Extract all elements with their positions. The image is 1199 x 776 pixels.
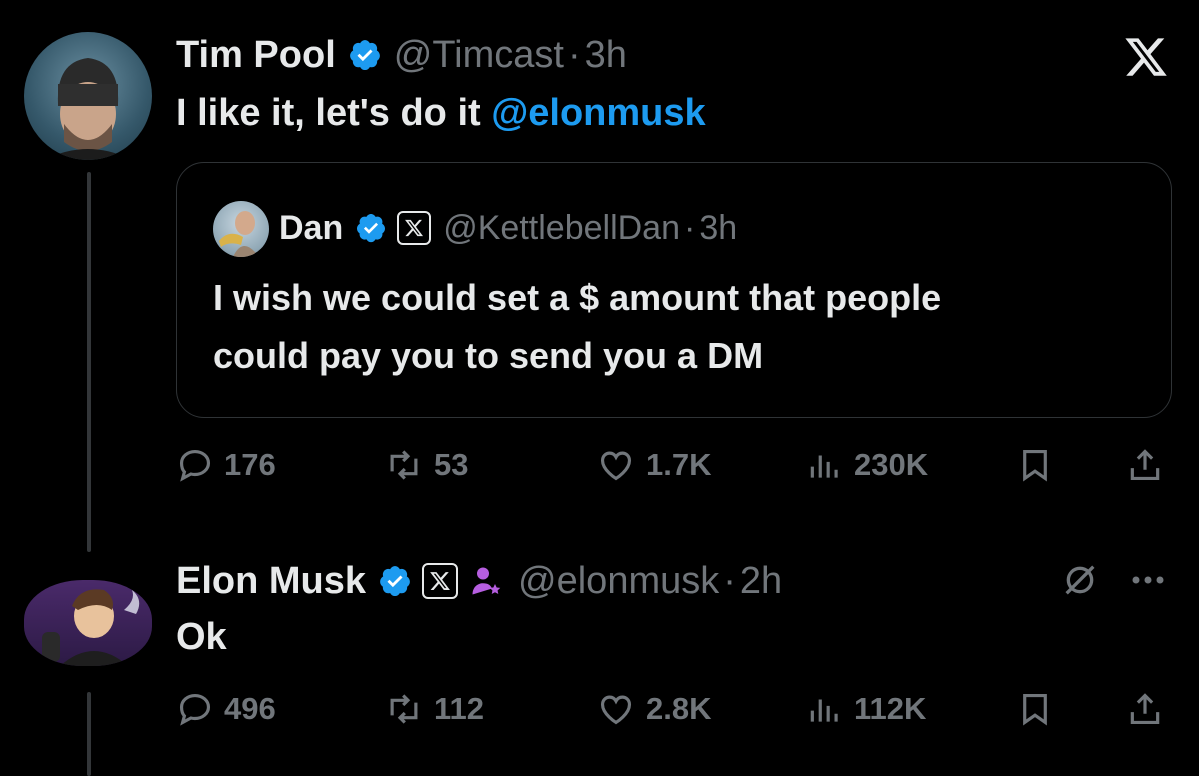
bookmark-button[interactable] (1016, 446, 1054, 484)
more-icon[interactable] (1128, 566, 1168, 594)
quoted-text-line2: could pay you to send you a DM (213, 335, 764, 376)
affiliate-icon (468, 563, 504, 599)
post-time[interactable]: 3h (585, 34, 627, 77)
separator-dot: · (723, 559, 736, 602)
views-count: 230K (854, 447, 929, 482)
views-icon (810, 699, 838, 722)
views-button[interactable]: 112K (806, 690, 926, 728)
share-button[interactable] (1126, 446, 1164, 484)
post-text: Ok (176, 616, 227, 658)
views-count: 112K (854, 691, 927, 726)
author-handle[interactable]: @Timcast (394, 34, 564, 77)
avatar (213, 201, 269, 257)
verified-badge-icon (348, 38, 382, 72)
reply-icon (179, 449, 211, 482)
bookmark-icon (1023, 449, 1047, 482)
like-button[interactable]: 2.8K (596, 690, 711, 728)
share-icon (1130, 449, 1160, 481)
author-name[interactable]: Tim Pool (176, 34, 336, 77)
separator-dot: · (684, 208, 696, 247)
reply-count: 176 (224, 447, 276, 482)
like-count: 1.7K (646, 447, 712, 482)
verified-badge-icon (355, 212, 387, 244)
post-text-body: I like it, let's do it (176, 91, 492, 134)
views-icon (810, 455, 838, 478)
avatar[interactable] (24, 580, 152, 666)
post-actions: 496 112 2.8K 112K (0, 690, 1199, 730)
quoted-text-line1: I wish we could set a $ amount that peop… (213, 277, 942, 318)
repost-button[interactable]: 112 (384, 690, 484, 728)
like-button[interactable]: 1.7K (596, 446, 711, 484)
author-name[interactable]: Elon Musk (176, 560, 366, 603)
post-actions: 176 53 1.7K 230K (0, 446, 1199, 486)
avatar[interactable] (24, 32, 152, 160)
reply-icon (179, 693, 211, 726)
repost-icon (390, 450, 418, 480)
views-button[interactable]: 230K (806, 446, 928, 484)
x-premium-badge-icon (397, 211, 432, 245)
post-time[interactable]: 3h (699, 209, 737, 248)
reply-count: 496 (224, 691, 276, 726)
bookmark-button[interactable] (1016, 690, 1054, 728)
like-icon (600, 695, 632, 725)
verified-badge-icon (378, 564, 412, 598)
repost-button[interactable]: 53 (384, 446, 468, 484)
like-count: 2.8K (646, 691, 712, 726)
reply-button[interactable]: 496 (176, 690, 276, 728)
share-button[interactable] (1126, 690, 1164, 728)
x-premium-badge-icon (422, 563, 459, 599)
share-icon (1130, 693, 1160, 725)
bookmark-icon (1023, 693, 1047, 726)
author-handle[interactable]: @KettlebellDan (443, 209, 680, 248)
thread-connector (87, 172, 91, 552)
author-handle[interactable]: @elonmusk (518, 560, 719, 603)
author-name[interactable]: Dan (279, 209, 343, 248)
like-icon (600, 451, 632, 481)
quoted-post[interactable]: Dan @KettlebellDan · 3h I wish we could … (176, 162, 1172, 418)
reply-button[interactable]: 176 (176, 446, 276, 484)
separator-dot: · (567, 33, 581, 76)
grok-icon[interactable] (1060, 560, 1100, 600)
repost-count: 112 (434, 691, 485, 726)
mention-link[interactable]: @elonmusk (491, 92, 705, 135)
repost-icon (390, 694, 418, 724)
post-text: I like it, let's do it @elonmusk (176, 90, 706, 136)
x-logo-icon[interactable] (1120, 34, 1172, 80)
repost-count: 53 (434, 447, 469, 482)
post-time[interactable]: 2h (740, 560, 782, 603)
